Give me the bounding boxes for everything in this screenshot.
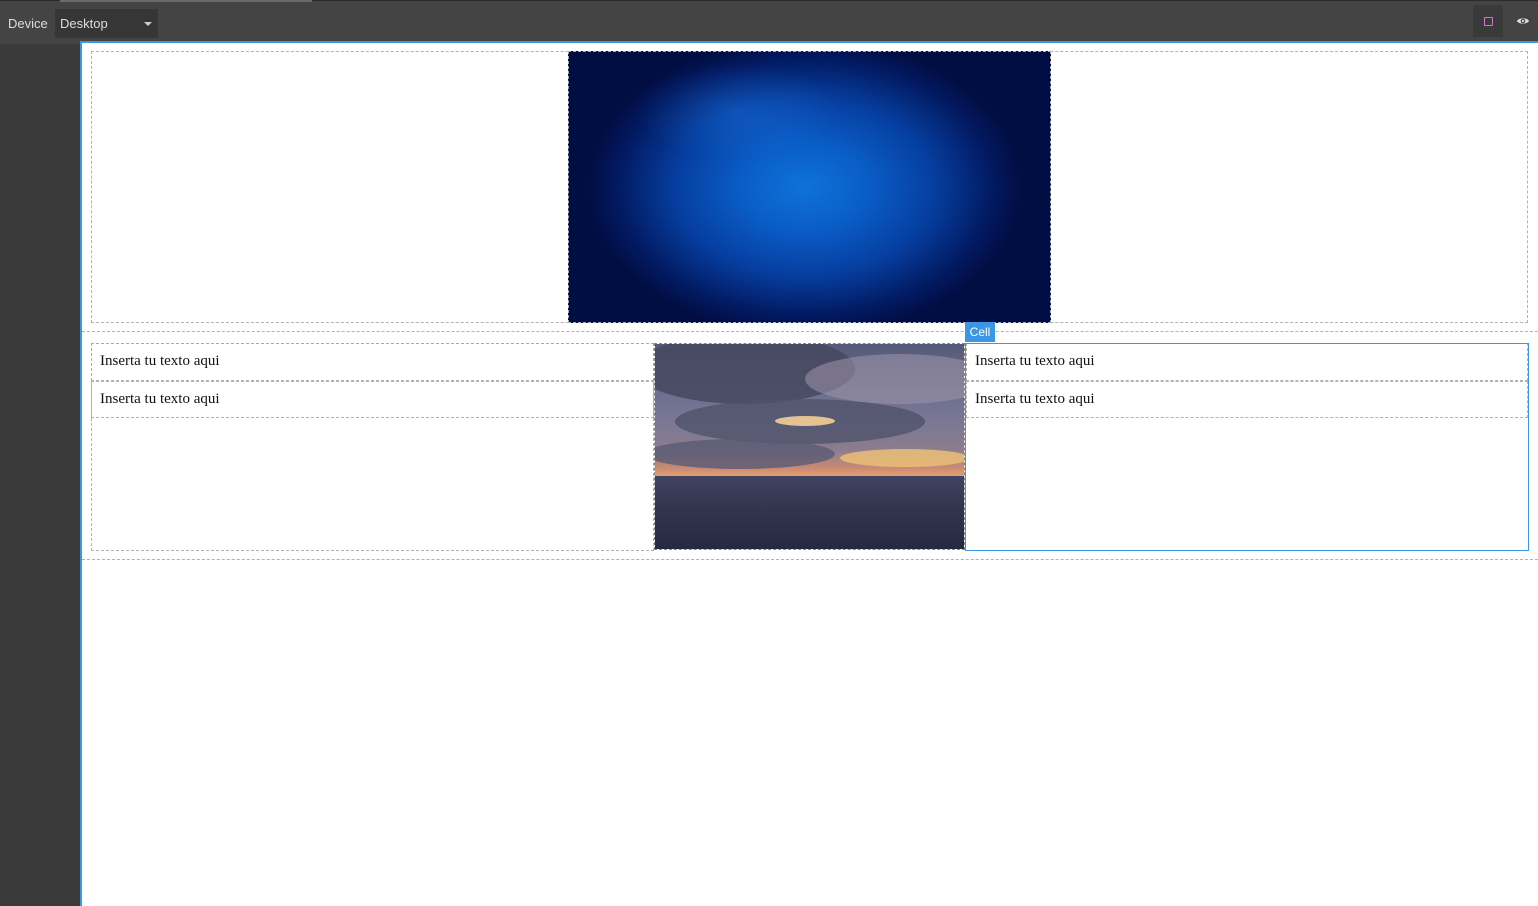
- row-divider: [82, 331, 1538, 332]
- text-block[interactable]: Inserta tu texto aqui: [91, 381, 654, 418]
- sunset-image[interactable]: [654, 343, 965, 550]
- text-block[interactable]: Inserta tu texto aqui: [91, 343, 654, 381]
- device-label: Device: [8, 16, 48, 31]
- sea: [655, 476, 964, 549]
- cloud: [840, 449, 964, 467]
- sw-visibility-button[interactable]: [1473, 5, 1503, 37]
- chevron-down-icon: [144, 22, 152, 26]
- left-sidebar: [0, 44, 80, 906]
- top-toolbar: Device Desktop: [0, 0, 1538, 44]
- selected-cell-outline[interactable]: [965, 343, 1529, 551]
- preview-button[interactable]: [1508, 5, 1538, 37]
- tab-indicator: [60, 0, 312, 2]
- device-select-value: Desktop: [60, 16, 108, 31]
- selection-badge: Cell: [965, 322, 995, 342]
- hero-image[interactable]: [568, 51, 1051, 323]
- square-outline-icon: [1483, 16, 1493, 26]
- device-select[interactable]: Desktop: [55, 9, 158, 38]
- row-divider: [82, 559, 1538, 560]
- eye-icon: [1516, 18, 1530, 24]
- cloud: [775, 416, 835, 426]
